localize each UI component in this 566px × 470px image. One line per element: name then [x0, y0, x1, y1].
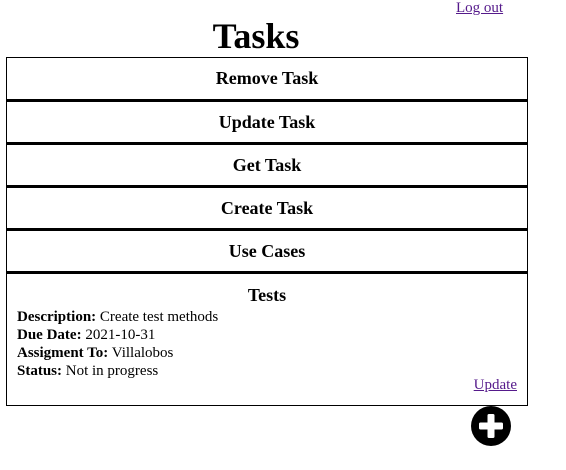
task-item-create-task[interactable]: Create Task	[6, 186, 528, 229]
description-label: Description:	[17, 309, 97, 325]
task-detail-title: Tests	[247, 285, 287, 305]
description-value: Create test methods	[99, 309, 219, 325]
task-assigned-row: Assigment To: Villalobos	[17, 344, 517, 362]
status-label: Status:	[17, 363, 63, 379]
update-task-link[interactable]: Update	[474, 377, 517, 394]
plus-circle-icon	[471, 406, 511, 446]
task-status-row: Status: Not in progress	[17, 362, 517, 380]
status-value: Not in progress	[65, 363, 159, 379]
page-title: Tasks	[212, 16, 300, 56]
task-due-date-row: Due Date: 2021-10-31	[17, 326, 517, 344]
task-item-update-task[interactable]: Update Task	[6, 100, 528, 143]
task-detail-card: Tests Description: Create test methods D…	[6, 272, 528, 406]
task-item-remove-task[interactable]: Remove Task	[6, 57, 528, 100]
assigned-label: Assigment To:	[17, 345, 109, 361]
task-description-row: Description: Create test methods	[17, 308, 517, 326]
due-date-label: Due Date:	[17, 327, 82, 343]
assigned-value: Villalobos	[111, 345, 174, 361]
due-date-value: 2021-10-31	[85, 327, 156, 343]
task-item-get-task[interactable]: Get Task	[6, 143, 528, 186]
add-task-button[interactable]	[471, 406, 511, 446]
task-item-use-cases[interactable]: Use Cases	[6, 229, 528, 272]
task-list: Remove Task Update Task Get Task Create …	[6, 57, 528, 406]
